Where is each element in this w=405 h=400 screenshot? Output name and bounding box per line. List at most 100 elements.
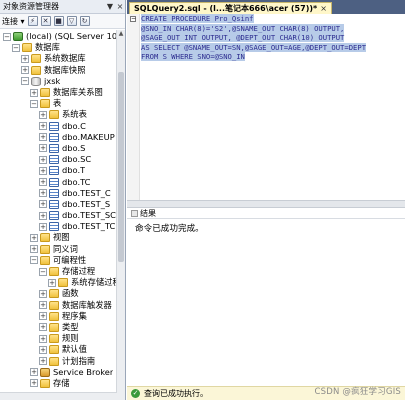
code-line: @SAGE_OUT INT OUTPUT, @DEPT_OUT CHAR(10)… — [141, 33, 366, 43]
table-icon — [49, 199, 59, 209]
tree-node-rules-folder[interactable]: + 规则 — [0, 333, 125, 344]
tree-node-service-broker-folder[interactable]: + Service Broker — [0, 367, 125, 378]
expand-icon[interactable]: + — [39, 144, 47, 153]
tree-node-table-dbo-tc[interactable]: + dbo.TC — [0, 176, 125, 187]
collapse-icon[interactable]: − — [3, 32, 11, 41]
expand-icon[interactable]: + — [30, 88, 38, 97]
tree-node-table-dbo-sc[interactable]: + dbo.SC — [0, 154, 125, 165]
tree-node-table-dbo-makeup[interactable]: + dbo.MAKEUP — [0, 132, 125, 143]
folder-icon — [40, 255, 50, 265]
tree-node-jxsk-database[interactable]: − jxsk — [0, 76, 125, 87]
connect-icon[interactable]: ⚡ — [27, 16, 38, 27]
expand-icon[interactable]: + — [39, 312, 47, 321]
tree-node-assemblies-folder[interactable]: + 程序集 — [0, 311, 125, 322]
collapse-icon[interactable]: − — [21, 77, 29, 86]
expand-icon[interactable]: + — [39, 200, 47, 209]
expand-icon[interactable]: + — [39, 110, 47, 119]
tree-node-views-folder[interactable]: + 视图 — [0, 232, 125, 243]
expand-icon[interactable]: + — [39, 323, 47, 332]
refresh-icon[interactable]: ↻ — [79, 16, 90, 27]
tree-node-types-folder[interactable]: + 类型 — [0, 322, 125, 333]
folder-icon — [31, 65, 41, 75]
folder-icon — [40, 244, 50, 254]
expand-icon[interactable]: + — [30, 245, 38, 254]
expand-icon[interactable]: + — [21, 54, 29, 63]
tree-node-defaults-folder[interactable]: + 默认值 — [0, 344, 125, 355]
tree-node-table-dbo-s[interactable]: + dbo.S — [0, 143, 125, 154]
tree-node-database-diagrams-folder[interactable]: + 数据库关系图 — [0, 87, 125, 98]
tree-node-table-dbo-c[interactable]: + dbo.C — [0, 121, 125, 132]
tree-node-server-node[interactable]: − (local) (SQL Server 10.50.1600 — [0, 31, 125, 42]
expand-icon[interactable]: + — [21, 66, 29, 75]
sql-code-editor[interactable]: − CREATE PROCEDURE Pro_Qsinf @SNO_IN CHAR… — [127, 14, 405, 200]
filter-icon[interactable]: ▽ — [66, 16, 77, 27]
tree-node-functions-folder[interactable]: + 函数 — [0, 288, 125, 299]
expand-icon[interactable]: + — [39, 155, 47, 164]
tree-node-label: 数据库关系图 — [53, 87, 103, 98]
tree-node-databases-folder[interactable]: − 数据库 — [0, 42, 125, 53]
query-editor-area: SQLQuery2.sql - (l...笔记本666\acer (57))* … — [127, 0, 405, 400]
tree-node-database-snapshots-folder[interactable]: + 数据库快照 — [0, 65, 125, 76]
pane-splitter[interactable] — [127, 200, 405, 208]
expand-icon[interactable]: + — [30, 379, 38, 388]
tree-horizontal-scrollbar[interactable] — [0, 392, 117, 400]
folder-icon — [49, 311, 59, 321]
expand-icon[interactable]: + — [39, 166, 47, 175]
tree-node-label: 系统数据库 — [44, 53, 86, 64]
collapse-icon[interactable]: − — [39, 267, 47, 276]
selected-code-text: FROM S WHERE SNO=@SNO_IN — [141, 52, 245, 62]
scroll-thumb[interactable] — [118, 72, 124, 262]
table-icon — [49, 166, 59, 176]
tree-node-plan-guides-folder[interactable]: + 计划指南 — [0, 355, 125, 366]
tree-vertical-scrollbar[interactable]: ▲ — [116, 30, 125, 400]
expand-icon[interactable]: + — [39, 122, 47, 131]
expand-icon[interactable]: + — [39, 222, 47, 231]
connect-button[interactable]: 连接 ▾ — [2, 16, 25, 27]
tab-close-icon[interactable]: × — [320, 4, 327, 13]
expand-icon[interactable]: + — [39, 301, 47, 310]
tree-node-table-dbo-test-c[interactable]: + dbo.TEST_C — [0, 188, 125, 199]
collapse-icon[interactable]: − — [30, 256, 38, 265]
expand-icon[interactable]: + — [39, 345, 47, 354]
tab-results[interactable]: 结果 — [131, 208, 156, 219]
disconnect-icon[interactable]: ✕ — [40, 16, 51, 27]
table-icon — [49, 222, 59, 232]
expand-icon[interactable]: + — [30, 233, 38, 242]
collapse-icon[interactable]: − — [12, 43, 20, 52]
expand-icon[interactable]: + — [39, 289, 47, 298]
table-icon — [49, 188, 59, 198]
tree-node-stored-procedures-folder[interactable]: − 存储过程 — [0, 266, 125, 277]
expand-icon[interactable]: + — [39, 133, 47, 142]
tree-node-storage-folder[interactable]: + 存储 — [0, 378, 125, 389]
expand-icon[interactable]: + — [48, 278, 56, 287]
tree-node-tables-folder[interactable]: − 表 — [0, 98, 125, 109]
tree-node-table-dbo-test-sc[interactable]: + dbo.TEST_SC — [0, 210, 125, 221]
stop-icon[interactable]: ■ — [53, 16, 64, 27]
tree-node-programmability-folder[interactable]: − 可编程性 — [0, 255, 125, 266]
results-tab-label: 结果 — [140, 208, 156, 218]
tree-node-label: 存储 — [53, 377, 70, 388]
tree-node-database-triggers-folder[interactable]: + 数据库触发器 — [0, 300, 125, 311]
tree-node-table-dbo-t[interactable]: + dbo.T — [0, 165, 125, 176]
expand-icon[interactable]: + — [39, 189, 47, 198]
object-explorer-pane: 对象资源管理器 ▼ × 连接 ▾ ⚡ ✕ ■ ▽ ↻ − (local) (SQL… — [0, 0, 126, 400]
tree-node-system-stored-procedures-folder[interactable]: + 系统存储过程 — [0, 277, 125, 288]
query-tab[interactable]: SQLQuery2.sql - (l...笔记本666\acer (57))* … — [129, 2, 332, 14]
expand-icon[interactable]: + — [39, 178, 47, 187]
code-collapse-icon[interactable]: − — [130, 15, 136, 22]
scroll-up-icon[interactable]: ▲ — [117, 30, 125, 38]
tree-node-table-dbo-test-tc[interactable]: + dbo.TEST_TC — [0, 221, 125, 232]
collapse-icon[interactable]: − — [30, 99, 38, 108]
expand-icon[interactable]: + — [39, 357, 47, 366]
tree-node-system-databases-folder[interactable]: + 系统数据库 — [0, 53, 125, 64]
expand-icon[interactable]: + — [39, 334, 47, 343]
table-icon — [49, 177, 59, 187]
tree-node-table-dbo-test-s[interactable]: + dbo.TEST_S — [0, 199, 125, 210]
expand-icon[interactable]: + — [39, 211, 47, 220]
tree-node-label: dbo.TC — [62, 176, 91, 187]
close-icon[interactable]: × — [115, 2, 125, 11]
pin-dropdown-icon[interactable]: ▼ — [105, 2, 115, 11]
tree-node-synonyms-folder[interactable]: + 同义词 — [0, 244, 125, 255]
expand-icon[interactable]: + — [30, 368, 38, 377]
tree-node-system-tables-folder[interactable]: + 系统表 — [0, 109, 125, 120]
